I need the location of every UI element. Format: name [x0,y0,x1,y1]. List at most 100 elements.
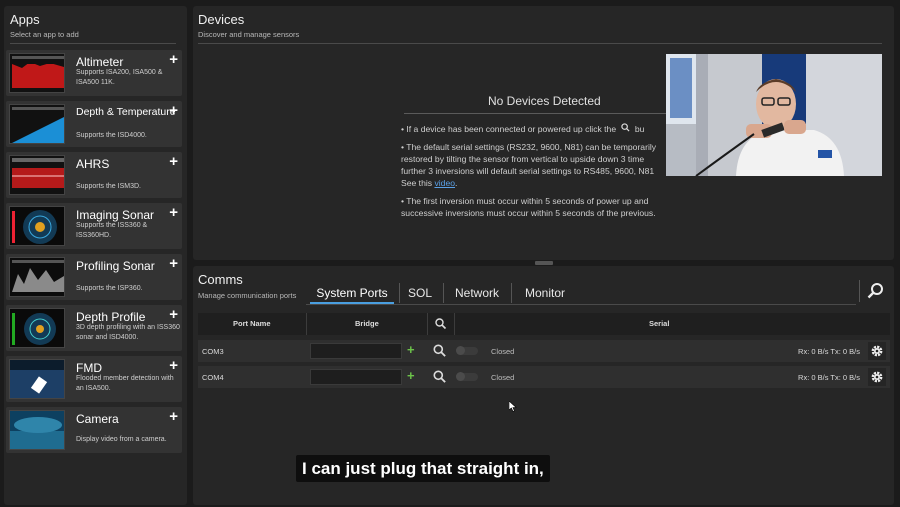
port-data-rate: Rx: 0 B/s Tx: 0 B/s [798,373,860,382]
app-card-profiling-sonar[interactable]: Profiling Sonar Supports the ISP360. + [6,254,182,300]
column-separator [427,313,428,335]
tab-separator [399,283,400,303]
app-description: Display video from a camera. [76,436,167,443]
devices-help-line-7: successive inversions must occur within … [401,208,656,218]
comms-title: Comms [198,272,243,287]
app-description: Supports the ISS360 & ISS360HD. [76,222,148,239]
tab-separator [511,283,512,303]
add-app-plus-icon[interactable]: + [169,255,178,272]
apps-divider [10,43,176,44]
webcam-overlay [666,54,882,176]
app-name: FMD [76,361,102,375]
search-icon [433,344,446,357]
column-separator [454,313,455,335]
tabs-divider [306,304,856,305]
video-caption: I can just plug that straight in, [296,455,550,482]
comms-subtitle: Manage communication ports [198,291,297,300]
app-card-depth-profile[interactable]: Depth Profile 3D depth profiling with an … [6,305,182,351]
devices-subtitle: Discover and manage sensors [198,30,300,39]
port-data-rate: Rx: 0 B/s Tx: 0 B/s [798,347,860,356]
bridge-input[interactable] [310,343,402,359]
header-search-button[interactable] [434,317,448,331]
devices-help-line-4: further 3 inversions will default serial… [401,166,655,176]
video-link[interactable]: video [434,178,455,188]
app-thumbnail-ahrs [9,155,65,195]
column-bridge: Bridge [355,319,379,328]
devices-title: Devices [198,12,245,27]
app-thumbnail-fmd [9,359,65,399]
port-search-button[interactable] [432,343,448,359]
ports-table-header: Port Name Bridge Serial [198,313,890,335]
add-bridge-plus-icon[interactable]: + [407,368,415,383]
app-name: Camera [76,412,119,426]
app-name: Altimeter [76,55,124,69]
add-app-plus-icon[interactable]: + [169,204,178,221]
search-separator [859,280,860,302]
app-thumbnail-profiling-sonar [9,257,65,297]
gear-icon [871,345,883,357]
apps-subtitle: Select an app to add [10,30,79,39]
app-description: Supports the ISP360. [76,285,143,292]
port-status: Closed [491,373,515,382]
devices-help-line-1: • If a device has been connected or powe… [401,123,645,135]
devices-help-line-2: • The default serial settings (RS232, 96… [401,142,657,152]
inline-search-icon [619,123,633,135]
no-devices-title: No Devices Detected [488,94,601,108]
app-name: Profiling Sonar [76,259,155,273]
no-devices-rule [404,113,684,114]
app-name: AHRS [76,157,110,171]
app-thumbnail-imaging-sonar [9,206,65,246]
devices-help-line-3: restored by tilting the sensor from vert… [401,154,645,164]
tab-monitor[interactable]: Monitor [514,284,576,304]
app-card-altimeter[interactable]: Altimeter Supports ISA200, ISA500 & ISA50… [6,50,182,96]
app-thumbnail-depth-profile [9,308,65,348]
tab-system-ports[interactable]: System Ports [310,284,394,304]
search-icon [867,283,883,299]
search-icon [433,370,446,383]
add-app-plus-icon[interactable]: + [169,306,178,323]
port-status: Closed [491,347,515,356]
app-card-ahrs[interactable]: AHRS Supports the ISM3D. + [6,152,182,198]
port-open-toggle[interactable] [456,346,478,355]
app-card-camera[interactable]: Camera Display video from a camera. + [6,407,182,453]
devices-divider [198,43,882,44]
port-name: COM4 [202,373,224,382]
add-app-plus-icon[interactable]: + [169,408,178,425]
tab-separator [443,283,444,303]
add-app-plus-icon[interactable]: + [169,153,178,170]
port-settings-button[interactable] [868,368,886,386]
add-bridge-plus-icon[interactable]: + [407,342,415,357]
add-app-plus-icon[interactable]: + [169,102,178,119]
app-name: Depth & Temperature [76,106,176,118]
app-card-imaging-sonar[interactable]: Imaging Sonar Supports the ISS360 & ISS36… [6,203,182,249]
presenter-video-frame [666,54,882,176]
app-description: Flooded member detection with an ISA500. [76,375,174,392]
port-name: COM3 [202,347,224,356]
gear-icon [871,371,883,383]
add-app-plus-icon[interactable]: + [169,357,178,374]
bridge-input[interactable] [310,369,402,385]
column-port-name: Port Name [233,319,271,328]
apps-title: Apps [10,12,40,27]
app-description: Supports ISA200, ISA500 & ISA500 11K. [76,69,163,86]
devices-help-line-6: • The first inversion must occur within … [401,196,649,206]
devices-help-line-5: See this video. [401,178,458,188]
tab-sol[interactable]: SOL [402,284,438,304]
port-open-toggle[interactable] [456,372,478,381]
app-thumbnail-altimeter [9,53,65,93]
comms-search-button[interactable] [866,281,886,301]
port-row: COM3 + Closed Rx: 0 B/s Tx: 0 B/s [198,340,890,362]
mouse-pointer-icon [508,399,517,417]
port-settings-button[interactable] [868,342,886,360]
app-card-depth-temp[interactable]: Depth & Temperature Supports the ISD4000.… [6,101,182,147]
port-row: COM4 + Closed Rx: 0 B/s Tx: 0 B/s [198,366,890,388]
tab-network[interactable]: Network [446,284,508,304]
column-serial: Serial [649,319,670,328]
column-separator [306,313,307,335]
add-app-plus-icon[interactable]: + [169,51,178,68]
app-description: Supports the ISM3D. [76,183,141,190]
app-thumbnail-camera [9,410,65,450]
panel-splitter-handle[interactable] [535,261,553,265]
port-search-button[interactable] [432,369,448,385]
app-card-fmd[interactable]: FMD Flooded member detection with an ISA5… [6,356,182,402]
